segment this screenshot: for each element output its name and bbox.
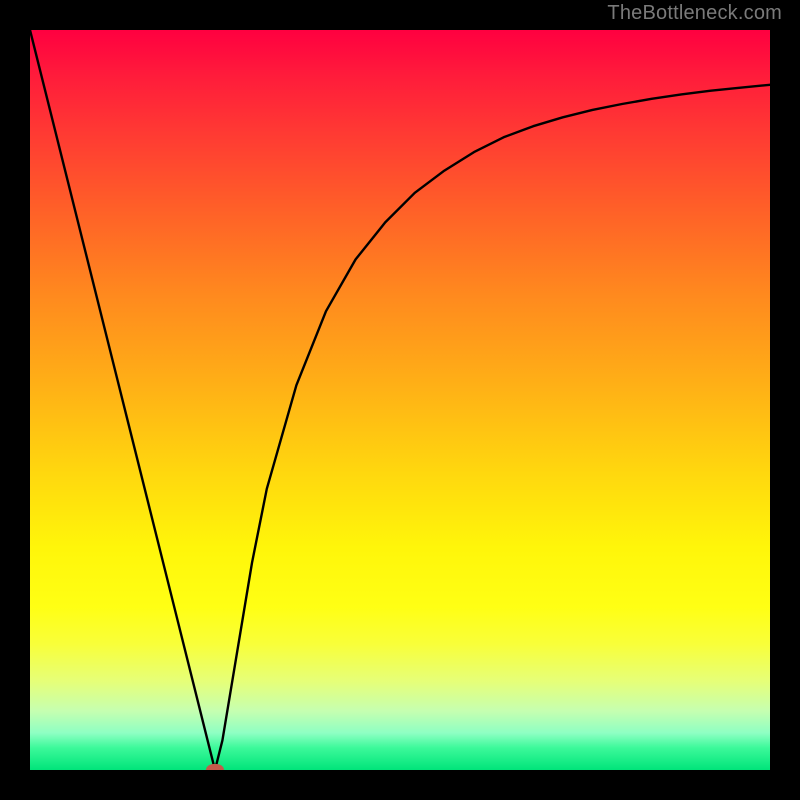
optimal-point-marker (206, 764, 224, 770)
watermark-label: TheBottleneck.com (607, 2, 782, 25)
curve-layer (30, 30, 770, 770)
chart-frame: TheBottleneck.com (0, 0, 800, 800)
plot-area (30, 30, 770, 770)
bottleneck-curve (30, 30, 770, 770)
